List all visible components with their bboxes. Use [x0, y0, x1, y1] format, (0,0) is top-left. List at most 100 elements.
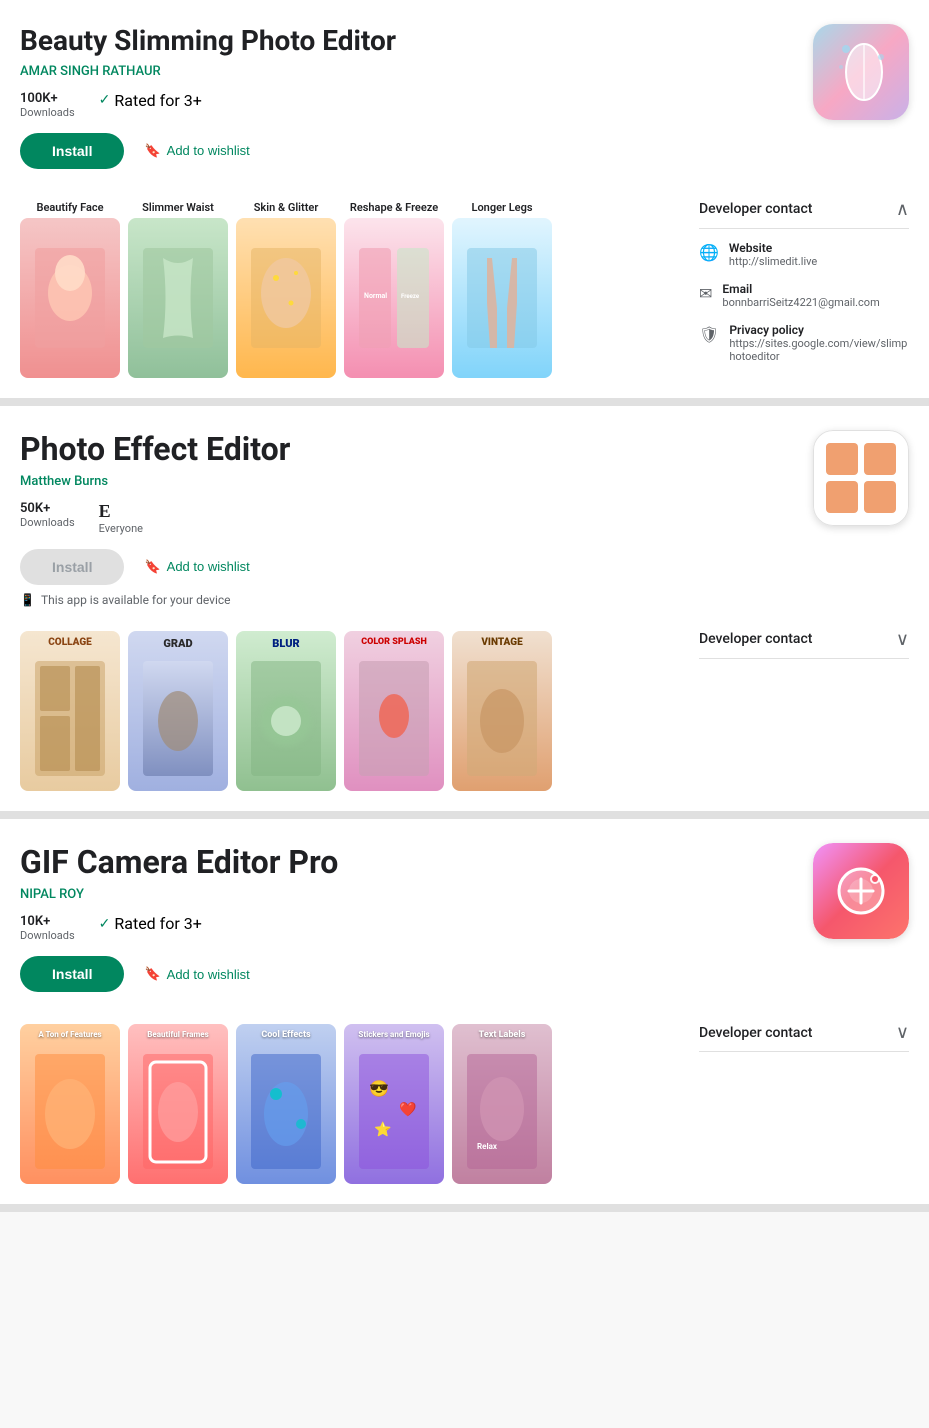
ss-svg-gif-2: [246, 1034, 326, 1174]
developer-contact-title-gif: Developer contact: [699, 1025, 812, 1041]
svg-text:😎: 😎: [369, 1079, 389, 1098]
dev-contact-text-website-beauty: Website http://slimedit.live: [729, 241, 909, 268]
ss-svg-photo-0: [30, 641, 110, 781]
ss-svg-photo-1: [138, 641, 218, 781]
screenshot-overlay-photo-2: BLUR: [236, 637, 336, 650]
wishlist-button-beauty[interactable]: 🔖 Add to wishlist: [144, 143, 249, 159]
rating-stat-gif: ✓ Rated for 3+: [99, 914, 202, 942]
screenshots-row-beauty: Beautify Face Slimmer Waist: [20, 201, 679, 378]
ss-svg-beauty-0: [30, 238, 110, 358]
screenshot-img-gif-0: A Ton of Features: [20, 1024, 120, 1184]
rating-icon-gif: ✓: [99, 916, 111, 932]
icon-beauty-bg: [813, 24, 909, 120]
dev-contact-value-privacy-beauty[interactable]: https://sites.google.com/view/slimphotoe…: [729, 337, 909, 363]
install-button-beauty[interactable]: Install: [20, 133, 124, 169]
screenshot-img-gif-3: Stickers and Emojis 😎 ❤️ ⭐: [344, 1024, 444, 1184]
screenshots-row-gif: A Ton of Features Beautiful Frames: [20, 1024, 679, 1184]
rating-stat-beauty: ✓ Rated for 3+: [99, 91, 202, 119]
ss-svg-gif-0: [30, 1034, 110, 1174]
wishlist-label-gif: Add to wishlist: [167, 967, 250, 982]
developer-contact-header-gif[interactable]: Developer contact ∨: [699, 1014, 909, 1052]
dev-contact-value-email-beauty[interactable]: bonnbarriSeitz4221@gmail.com: [722, 296, 909, 309]
ss-svg-gif-4: Relax: [462, 1034, 542, 1174]
app-header-photo: Photo Effect Editor Matthew Burns 50K+ D…: [20, 430, 909, 607]
app-header-gif: GIF Camera Editor Pro NIPAL ROY 10K+ Dow…: [20, 843, 909, 1000]
developer-contact-title-beauty: Developer contact: [699, 201, 812, 217]
screenshot-overlay-gif-2: Cool Effects: [236, 1030, 336, 1040]
icon-photo-sq-3: [826, 481, 858, 513]
screenshot-beauty-3: Reshape & Freeze Normal Freeze: [344, 201, 444, 378]
rating-icon-beauty: ✓: [99, 92, 111, 108]
chevron-up-icon-beauty: ∧: [896, 199, 909, 220]
ss-svg-beauty-2: [246, 238, 326, 358]
screenshot-img-gif-1: Beautiful Frames: [128, 1024, 228, 1184]
dev-contact-website-beauty: 🌐 Website http://slimedit.live: [699, 241, 909, 268]
screenshot-img-photo-3: COLOR SPLASH: [344, 631, 444, 791]
action-row-beauty: Install 🔖 Add to wishlist: [20, 133, 797, 169]
screenshot-img-beauty-4: [452, 218, 552, 378]
app-icon-photo: [813, 430, 909, 526]
app-developer-beauty[interactable]: AMAR SINGH RATHAUR: [20, 64, 797, 79]
email-icon-beauty: ✉: [699, 284, 712, 303]
ss-svg-gif-3: 😎 ❤️ ⭐: [354, 1034, 434, 1174]
screenshot-img-photo-1: GRAD: [128, 631, 228, 791]
ss-svg-photo-3: [354, 641, 434, 781]
everyone-badge-photo: E: [99, 501, 143, 522]
screenshot-overlay-gif-0: A Ton of Features: [20, 1030, 120, 1039]
downloads-stat-beauty: 100K+ Downloads: [20, 91, 75, 119]
screenshot-beauty-2: Skin & Glitter: [236, 201, 336, 378]
install-button-gif[interactable]: Install: [20, 956, 124, 992]
screenshot-beauty-4: Longer Legs: [452, 201, 552, 378]
app-header-beauty: Beauty Slimming Photo Editor AMAR SINGH …: [20, 24, 909, 177]
available-text-photo: This app is available for your device: [41, 593, 231, 607]
screenshots-section-beauty: Beautify Face Slimmer Waist: [20, 191, 679, 378]
app-developer-gif[interactable]: NIPAL ROY: [20, 887, 797, 902]
screenshot-label-beauty-4: Longer Legs: [472, 201, 533, 214]
screenshot-overlay-photo-1: GRAD: [128, 637, 228, 650]
screenshot-img-photo-4: VINTAGE: [452, 631, 552, 791]
app-icon-beauty: [813, 24, 909, 120]
screenshot-beauty-0: Beautify Face: [20, 201, 120, 378]
wishlist-button-gif[interactable]: 🔖 Add to wishlist: [144, 966, 249, 982]
screenshot-label-beauty-0: Beautify Face: [36, 201, 103, 214]
screenshot-photo-2: BLUR: [236, 631, 336, 791]
icon-photo-sq-1: [826, 443, 858, 475]
downloads-value-gif: 10K+: [20, 914, 75, 929]
screenshot-label-beauty-2: Skin & Glitter: [254, 201, 319, 214]
rating-value-beauty: ✓ Rated for 3+: [99, 91, 202, 110]
icon-photo-sq-4: [864, 481, 896, 513]
app-header-left-gif: GIF Camera Editor Pro NIPAL ROY 10K+ Dow…: [20, 843, 797, 1000]
available-icon-photo: 📱: [20, 593, 35, 607]
rating-text-beauty: Rated for 3+: [114, 91, 201, 110]
screenshot-photo-0: COLLAGE: [20, 631, 120, 791]
developer-contact-section-beauty: Developer contact ∧ 🌐 Website http://sli…: [679, 191, 909, 377]
screenshot-img-beauty-3: Normal Freeze: [344, 218, 444, 378]
dev-contact-value-website-beauty[interactable]: http://slimedit.live: [729, 255, 909, 268]
app-developer-photo[interactable]: Matthew Burns: [20, 474, 797, 489]
app-section-beauty: Beauty Slimming Photo Editor AMAR SINGH …: [0, 0, 929, 406]
dev-contact-text-privacy-beauty: Privacy policy https://sites.google.com/…: [729, 323, 909, 363]
screenshot-img-photo-0: COLLAGE: [20, 631, 120, 791]
app-stats-photo: 50K+ Downloads E Everyone: [20, 501, 797, 535]
wishlist-button-photo[interactable]: 🔖 Add to wishlist: [144, 559, 249, 575]
install-button-photo[interactable]: Install: [20, 549, 124, 585]
dev-contact-privacy-beauty: 🛡 Privacy policy https://sites.google.co…: [699, 323, 909, 363]
privacy-icon-beauty: 🛡: [699, 325, 719, 344]
developer-contact-header-beauty[interactable]: Developer contact ∧: [699, 191, 909, 229]
website-icon-beauty: 🌐: [699, 243, 719, 262]
svg-text:Relax: Relax: [477, 1142, 498, 1151]
downloads-stat-gif: 10K+ Downloads: [20, 914, 75, 942]
gif-icon-svg: [831, 861, 891, 921]
screenshot-img-beauty-2: [236, 218, 336, 378]
dev-contact-email-beauty: ✉ Email bonnbarriSeitz4221@gmail.com: [699, 282, 909, 309]
app-title-beauty: Beauty Slimming Photo Editor: [20, 24, 797, 58]
developer-contact-header-photo[interactable]: Developer contact ∨: [699, 621, 909, 659]
dev-contact-label-email-beauty: Email: [722, 282, 909, 296]
action-row-gif: Install 🔖 Add to wishlist: [20, 956, 797, 992]
downloads-label-photo: Downloads: [20, 516, 75, 529]
app-title-gif: GIF Camera Editor Pro: [20, 843, 797, 881]
screenshot-photo-3: COLOR SPLASH: [344, 631, 444, 791]
action-row-photo: Install 🔖 Add to wishlist: [20, 549, 797, 585]
screenshot-overlay-photo-4: VINTAGE: [452, 637, 552, 648]
screenshots-section-photo: COLLAGE GRAD: [20, 621, 679, 791]
